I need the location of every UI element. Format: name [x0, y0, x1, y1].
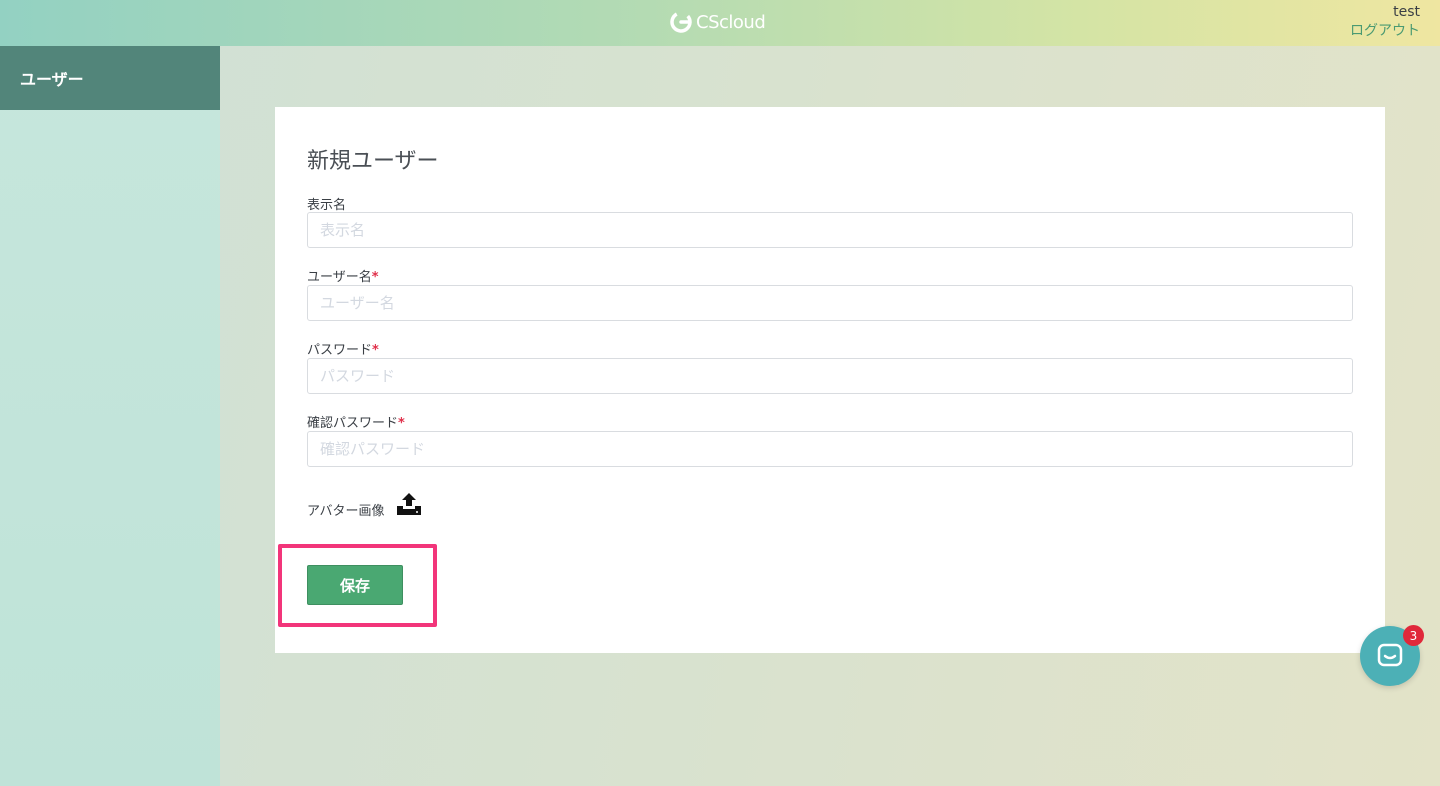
sidebar-item-users[interactable]: ユーザー	[0, 46, 220, 110]
page-title: 新規ユーザー	[307, 149, 439, 174]
user-name: test	[1393, 4, 1420, 20]
app-logo[interactable]: CScloud	[670, 9, 766, 35]
avatar-label: アバター画像	[307, 504, 385, 519]
display-name-label: 表示名	[307, 198, 347, 213]
user-menu: test ログアウト	[1350, 3, 1420, 41]
confirm-password-label: 確認パスワード*	[307, 416, 405, 431]
sidebar-item-label: ユーザー	[20, 70, 84, 89]
logout-link[interactable]: ログアウト	[1350, 22, 1420, 41]
chat-icon	[1377, 643, 1403, 667]
required-mark: *	[372, 343, 379, 358]
chat-notification-badge: 3	[1403, 625, 1424, 646]
new-user-form-card: 新規ユーザー 表示名 ユーザー名* パスワード* 確認パスワード* アバター画像…	[275, 107, 1385, 653]
save-button[interactable]: 保存	[307, 565, 403, 605]
confirm-password-input[interactable]	[307, 431, 1353, 467]
logo-text: CScloud	[696, 11, 766, 33]
logo-icon	[670, 11, 692, 33]
username-label: ユーザー名*	[307, 270, 379, 285]
upload-icon[interactable]	[396, 492, 422, 516]
password-label: パスワード*	[307, 343, 379, 358]
avatar-row: アバター画像	[307, 488, 422, 519]
username-input[interactable]	[307, 285, 1353, 321]
required-mark: *	[371, 270, 379, 285]
sidebar: ユーザー	[0, 46, 220, 786]
required-mark: *	[398, 416, 405, 431]
display-name-input[interactable]	[307, 212, 1353, 248]
top-bar: CScloud test ログアウト	[0, 0, 1440, 46]
password-input[interactable]	[307, 358, 1353, 394]
